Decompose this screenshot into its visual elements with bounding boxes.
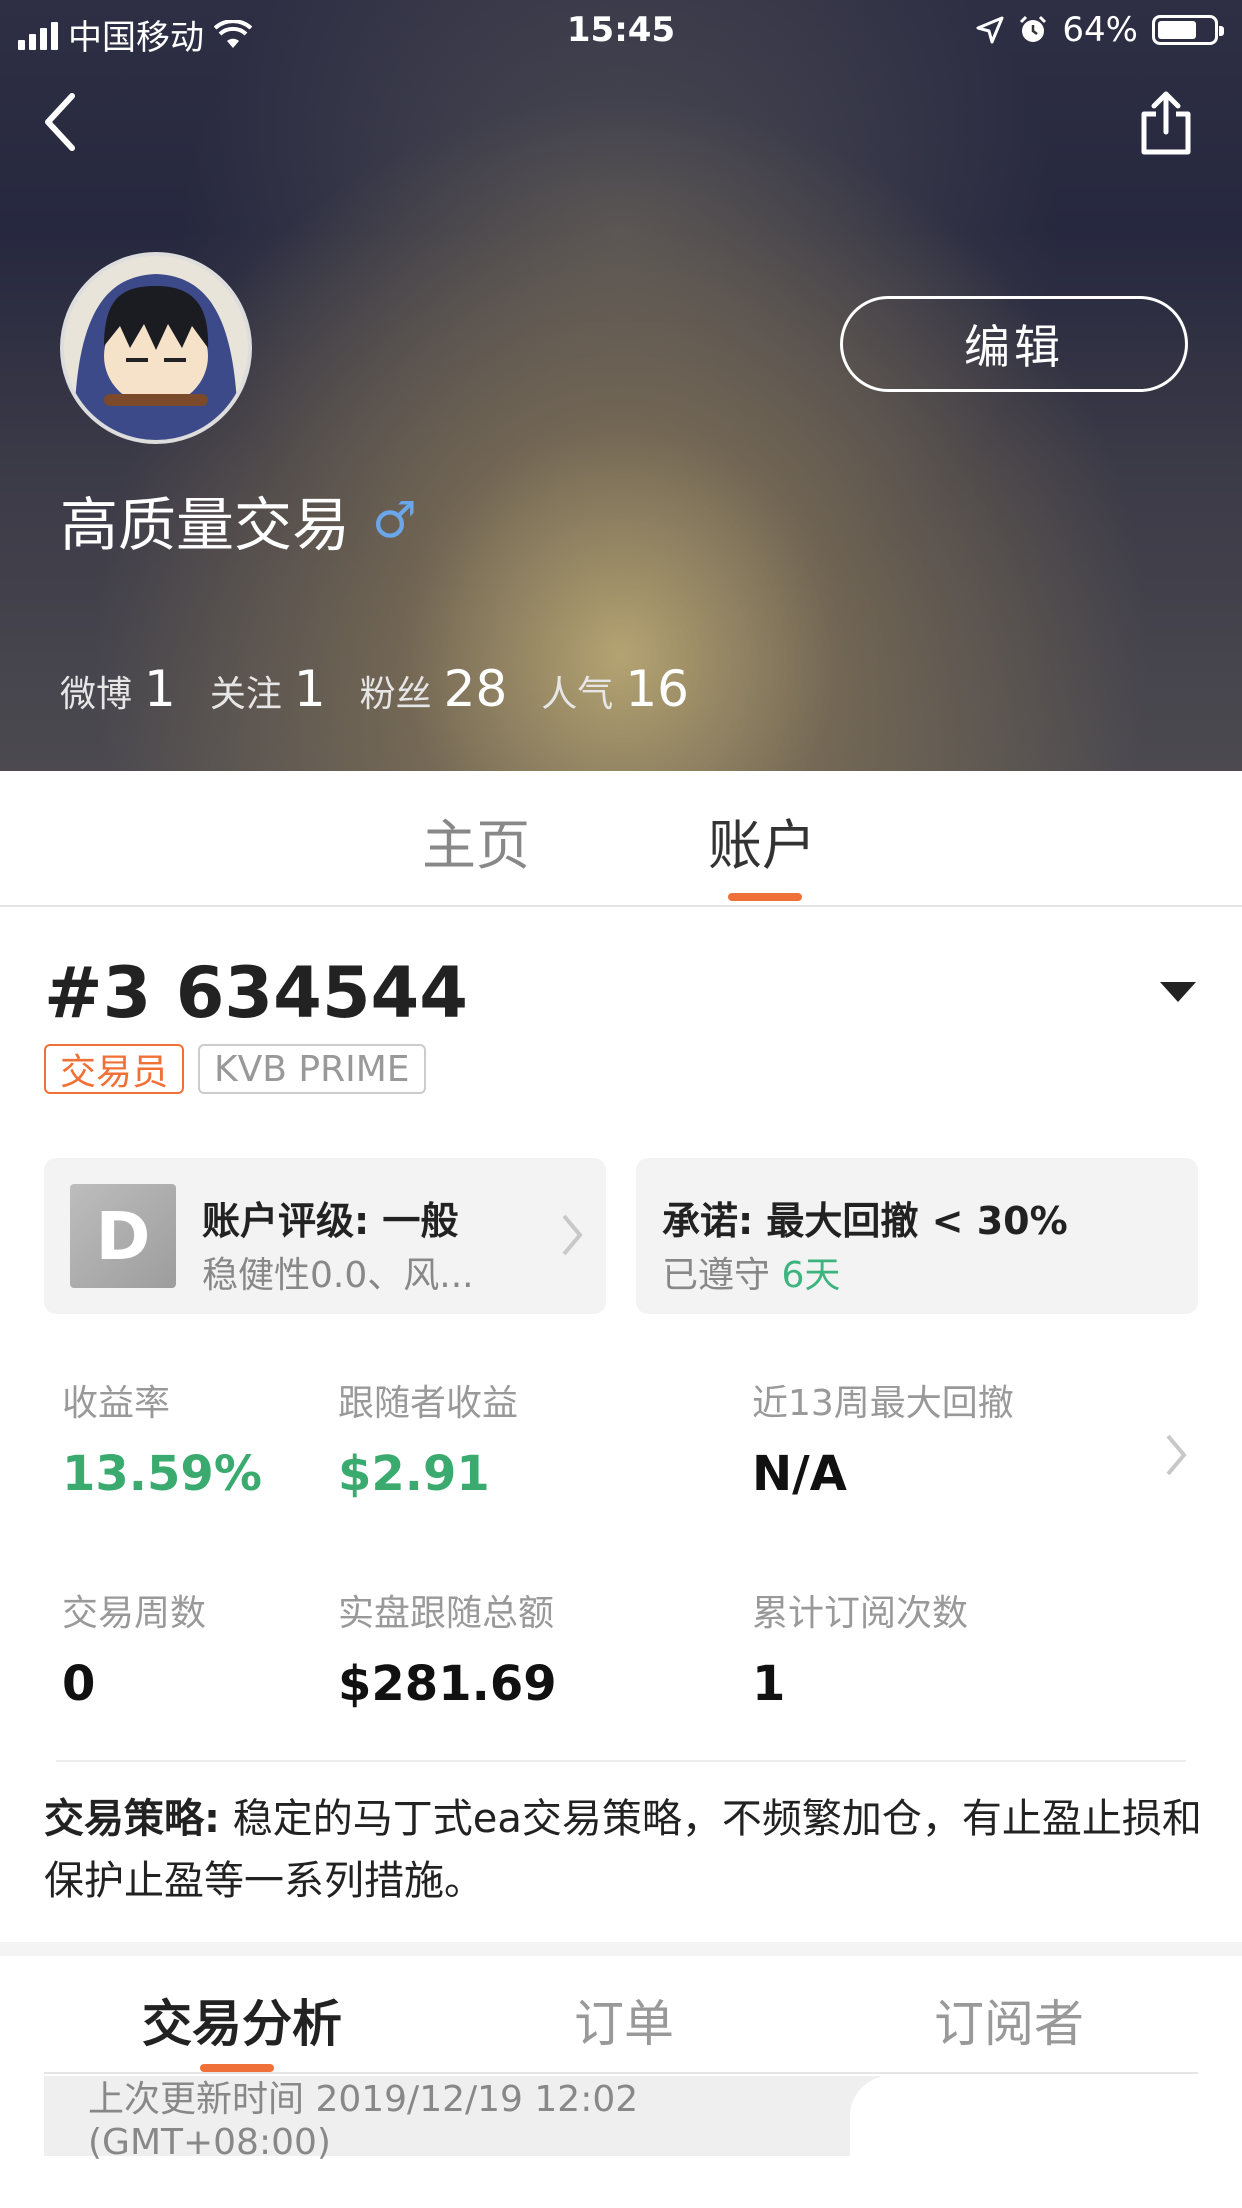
tab-home[interactable]: 主页	[422, 801, 530, 880]
back-arrow-icon[interactable]	[36, 86, 86, 156]
metric-value-trading-weeks: 0	[62, 1656, 96, 1712]
stat-value: 1	[144, 660, 176, 718]
stat-label: 关注	[209, 674, 282, 715]
metric-value-max-drawdown: N/A	[752, 1446, 847, 1502]
stat-label: 人气	[541, 674, 614, 715]
metric-value-follow-total: $281.69	[338, 1656, 557, 1712]
chevron-right-icon	[562, 1214, 583, 1256]
section-separator	[0, 1942, 1242, 1956]
profile-name: 高质量交易 ♂	[60, 478, 417, 562]
trader-badge: 交易员	[44, 1044, 185, 1094]
chevron-right-icon[interactable]	[1164, 1432, 1188, 1478]
trading-strategy: 交易策略: 稳定的马丁式ea交易策略，不频繁加仓，有止盈止损和保护止盈等一系列措…	[44, 1788, 1204, 1912]
rating-title: 账户评级: 一般	[202, 1199, 459, 1243]
strategy-label: 交易策略:	[44, 1796, 220, 1842]
username-text: 高质量交易	[60, 491, 351, 559]
male-gender-icon: ♂	[372, 491, 417, 549]
rating-subtitle: 稳健性0.0、风...	[202, 1255, 474, 1296]
account-dropdown-icon[interactable]	[1160, 982, 1196, 1002]
location-icon	[976, 16, 1004, 44]
active-tab-indicator	[728, 893, 802, 901]
profile-stats: 微博 1 关注 1 粉丝 28 人气 16	[60, 660, 723, 718]
share-icon[interactable]	[1136, 88, 1196, 158]
promise-status: 已遵守 6天	[662, 1246, 840, 1298]
avatar[interactable]	[60, 252, 252, 444]
stat-label: 粉丝	[359, 674, 432, 715]
stat-popularity: 人气 16	[541, 660, 689, 718]
metric-label-follower-profit: 跟随者收益	[338, 1383, 519, 1424]
status-bar: 中国移动 15:45 64%	[0, 0, 1242, 64]
broker-badge: KVB PRIME	[198, 1044, 426, 1094]
stat-value: 28	[443, 660, 508, 718]
account-number: #3 634544	[44, 952, 468, 1034]
tab-orders[interactable]: 订单	[574, 1984, 674, 2056]
metric-value-return: 13.59%	[62, 1446, 262, 1502]
metric-value-follower-profit: $2.91	[338, 1446, 490, 1502]
divider	[56, 1760, 1186, 1762]
promise-days: 6天	[781, 1255, 841, 1296]
metric-value-subscriptions: 1	[752, 1656, 786, 1712]
stat-following[interactable]: 关注 1	[210, 660, 326, 718]
last-update-bar: 上次更新时间 2019/12/19 12:02 (GMT+08:00)	[44, 2076, 910, 2163]
alarm-icon	[1020, 15, 1047, 42]
avatar-image	[64, 256, 248, 440]
grade-badge: D	[70, 1184, 176, 1288]
last-update-text: 上次更新时间 2019/12/19 12:02 (GMT+08:00)	[88, 2078, 639, 2163]
metric-label-trading-weeks: 交易周数	[62, 1593, 207, 1634]
promise-title: 承诺: 最大回撤 < 30%	[662, 1199, 1068, 1243]
metric-label-follow-total: 实盘跟随总额	[338, 1593, 555, 1634]
stat-label: 微博	[60, 674, 133, 715]
stat-fans[interactable]: 粉丝 28	[360, 660, 508, 718]
battery-percent: 64%	[1062, 10, 1138, 50]
analysis-tabs: 交易分析 订单 订阅者	[0, 1956, 1242, 2074]
stat-value: 1	[293, 660, 326, 718]
tab-subscribers[interactable]: 订阅者	[934, 1984, 1084, 2056]
metric-label-subscriptions: 累计订阅次数	[752, 1593, 969, 1634]
battery-icon	[1152, 15, 1224, 45]
profile-tabs: 主页 账户	[0, 771, 1242, 907]
stat-weibo[interactable]: 微博 1	[60, 660, 176, 718]
promise-card: 承诺: 最大回撤 < 30% 已遵守 6天	[636, 1158, 1198, 1314]
edit-profile-button[interactable]: 编辑	[840, 296, 1188, 392]
tab-account[interactable]: 账户	[708, 801, 816, 880]
account-rating-card[interactable]: D 账户评级: 一般 稳健性0.0、风...	[44, 1158, 606, 1314]
stat-value: 16	[625, 660, 689, 718]
metric-label-return: 收益率	[62, 1383, 171, 1424]
promise-status-label: 已遵守	[662, 1255, 771, 1296]
metric-label-max-drawdown: 近13周最大回撤	[752, 1383, 1014, 1424]
profile-header: 中国移动 15:45 64% 编辑 高质量交易 ♂ 微博 1 关注 1 粉丝 2…	[0, 0, 1242, 771]
tab-trade-analysis[interactable]: 交易分析	[142, 1984, 342, 2056]
